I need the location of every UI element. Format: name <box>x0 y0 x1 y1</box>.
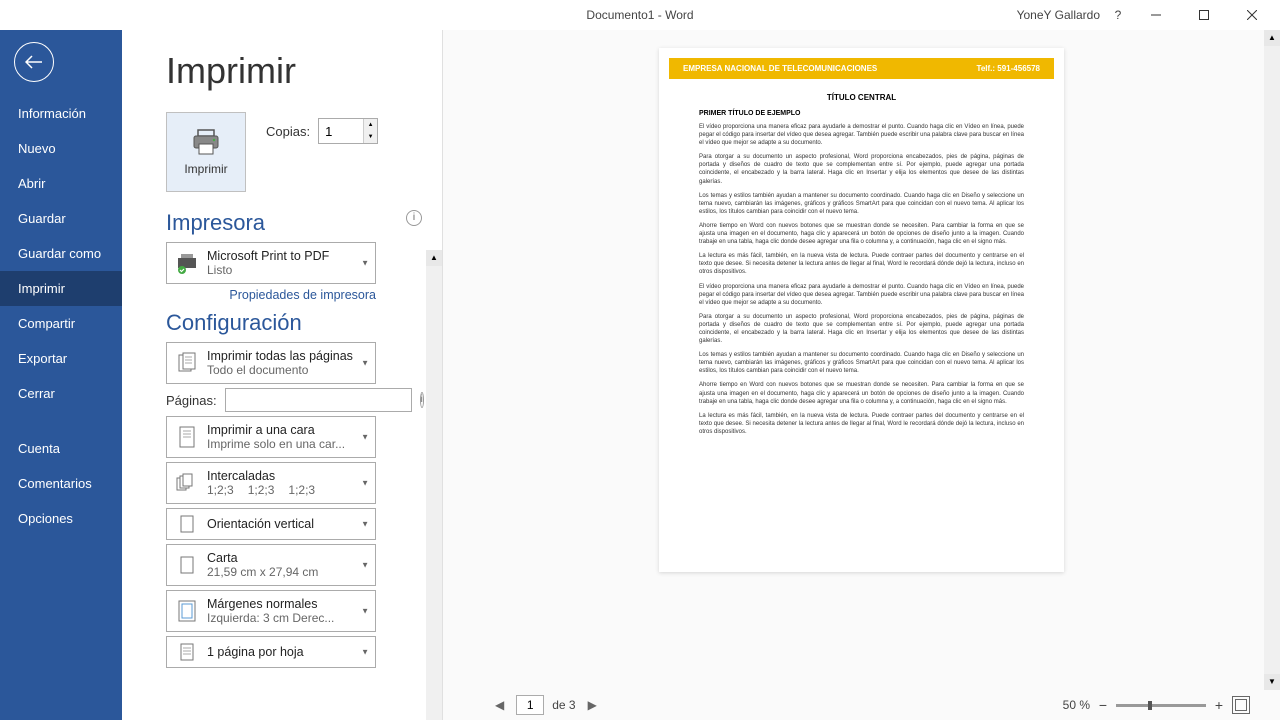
nav-abrir[interactable]: Abrir <box>0 166 122 201</box>
copies-label: Copias: <box>266 124 310 139</box>
nav-guardar-como[interactable]: Guardar como <box>0 236 122 271</box>
nav-compartir[interactable]: Compartir <box>0 306 122 341</box>
chevron-down-icon: ▼ <box>361 479 369 488</box>
one-page-icon <box>173 638 201 666</box>
scope-dropdown[interactable]: Imprimir todas las páginas Todo el docum… <box>166 342 376 384</box>
side-dropdown[interactable]: Imprimir a una cara Imprime solo en una … <box>166 416 376 458</box>
printer-icon <box>190 128 222 156</box>
config-section-title: Configuración <box>166 310 432 336</box>
close-button[interactable] <box>1232 1 1272 29</box>
chevron-down-icon: ▼ <box>361 520 369 529</box>
back-button[interactable] <box>14 42 54 82</box>
chevron-down-icon: ▼ <box>361 433 369 442</box>
pages-icon <box>173 349 201 377</box>
printer-section-title: Impresora <box>166 210 432 236</box>
printer-status: Listo <box>207 263 329 277</box>
page-preview: EMPRESA NACIONAL DE TELECOMUNICACIONES T… <box>659 48 1064 572</box>
maximize-button[interactable] <box>1184 1 1224 29</box>
zoom-out-button[interactable]: − <box>1096 697 1110 713</box>
preview-company: EMPRESA NACIONAL DE TELECOMUNICACIONES <box>683 64 877 73</box>
current-page-input[interactable] <box>516 695 544 715</box>
paper-icon <box>173 551 201 579</box>
titlebar: Documento1 - Word YoneY Gallardo ? <box>0 0 1280 30</box>
zoom-level: 50 % <box>1063 698 1090 712</box>
nav-cuenta[interactable]: Cuenta <box>0 431 122 466</box>
chevron-down-icon: ▼ <box>361 607 369 616</box>
single-side-icon <box>173 423 201 451</box>
pages-input[interactable] <box>225 388 412 412</box>
backstage-sidebar: Información Nuevo Abrir Guardar Guardar … <box>0 30 122 720</box>
nav-imprimir[interactable]: Imprimir <box>0 271 122 306</box>
page-heading: Imprimir <box>166 50 432 92</box>
nav-cerrar[interactable]: Cerrar <box>0 376 122 411</box>
printer-status-icon <box>173 249 201 277</box>
margins-dropdown[interactable]: Márgenes normales Izquierda: 3 cm Derec.… <box>166 590 376 632</box>
minimize-button[interactable] <box>1136 1 1176 29</box>
printer-properties-link[interactable]: Propiedades de impresora <box>166 288 376 302</box>
pages-label: Páginas: <box>166 393 217 408</box>
document-title: Documento1 - Word <box>586 8 693 22</box>
nav-comentarios[interactable]: Comentarios <box>0 466 122 501</box>
print-settings-panel: Imprimir Imprimir Copias: ▲ ▼ <box>122 30 442 720</box>
copies-down[interactable]: ▼ <box>363 131 377 143</box>
portrait-icon <box>173 510 201 538</box>
nav-nuevo[interactable]: Nuevo <box>0 131 122 166</box>
help-icon[interactable]: ? <box>1108 8 1128 22</box>
printer-name: Microsoft Print to PDF <box>207 249 329 263</box>
pages-per-sheet-dropdown[interactable]: 1 página por hoja ▼ <box>166 636 376 668</box>
preview-subtitle: PRIMER TÍTULO DE EJEMPLO <box>699 110 1024 117</box>
zoom-slider[interactable] <box>1116 704 1206 707</box>
fit-to-window-button[interactable] <box>1232 696 1250 714</box>
zoom-in-button[interactable]: + <box>1212 697 1226 713</box>
print-button-label: Imprimir <box>184 162 227 176</box>
settings-scrollbar[interactable]: ▲ <box>426 250 442 720</box>
chevron-down-icon: ▼ <box>361 259 369 268</box>
nav-informacion[interactable]: Información <box>0 96 122 131</box>
preview-phone: Telf.: 591-456578 <box>977 64 1040 73</box>
printer-dropdown[interactable]: Microsoft Print to PDF Listo ▼ <box>166 242 376 284</box>
margins-icon <box>173 597 201 625</box>
preview-scrollbar[interactable]: ▲ ▼ <box>1264 30 1280 690</box>
print-preview-panel: EMPRESA NACIONAL DE TELECOMUNICACIONES T… <box>442 30 1280 720</box>
orientation-dropdown[interactable]: Orientación vertical ▼ <box>166 508 376 540</box>
printer-info-icon[interactable]: i <box>406 210 422 226</box>
chevron-down-icon: ▼ <box>361 359 369 368</box>
scroll-up-icon[interactable]: ▲ <box>426 250 442 266</box>
copies-up[interactable]: ▲ <box>363 119 377 131</box>
nav-exportar[interactable]: Exportar <box>0 341 122 376</box>
prev-page-button[interactable]: ◀ <box>491 696 508 714</box>
chevron-down-icon: ▼ <box>361 648 369 657</box>
collate-icon <box>173 469 201 497</box>
collate-dropdown[interactable]: Intercaladas 1;2;3 1;2;3 1;2;3 ▼ <box>166 462 376 504</box>
user-name: YoneY Gallardo <box>1017 8 1100 22</box>
scroll-down-icon[interactable]: ▼ <box>1264 674 1280 690</box>
nav-guardar[interactable]: Guardar <box>0 201 122 236</box>
print-button[interactable]: Imprimir <box>166 112 246 192</box>
chevron-down-icon: ▼ <box>361 561 369 570</box>
page-count: de 3 <box>552 698 575 712</box>
preview-title: TÍTULO CENTRAL <box>659 93 1064 102</box>
next-page-button[interactable]: ▶ <box>584 696 601 714</box>
scroll-up-icon[interactable]: ▲ <box>1264 30 1280 46</box>
nav-opciones[interactable]: Opciones <box>0 501 122 536</box>
paper-dropdown[interactable]: Carta 21,59 cm x 27,94 cm ▼ <box>166 544 376 586</box>
preview-footer: ◀ de 3 ▶ 50 % − + <box>443 690 1280 720</box>
pages-info-icon[interactable]: i <box>420 392 424 408</box>
